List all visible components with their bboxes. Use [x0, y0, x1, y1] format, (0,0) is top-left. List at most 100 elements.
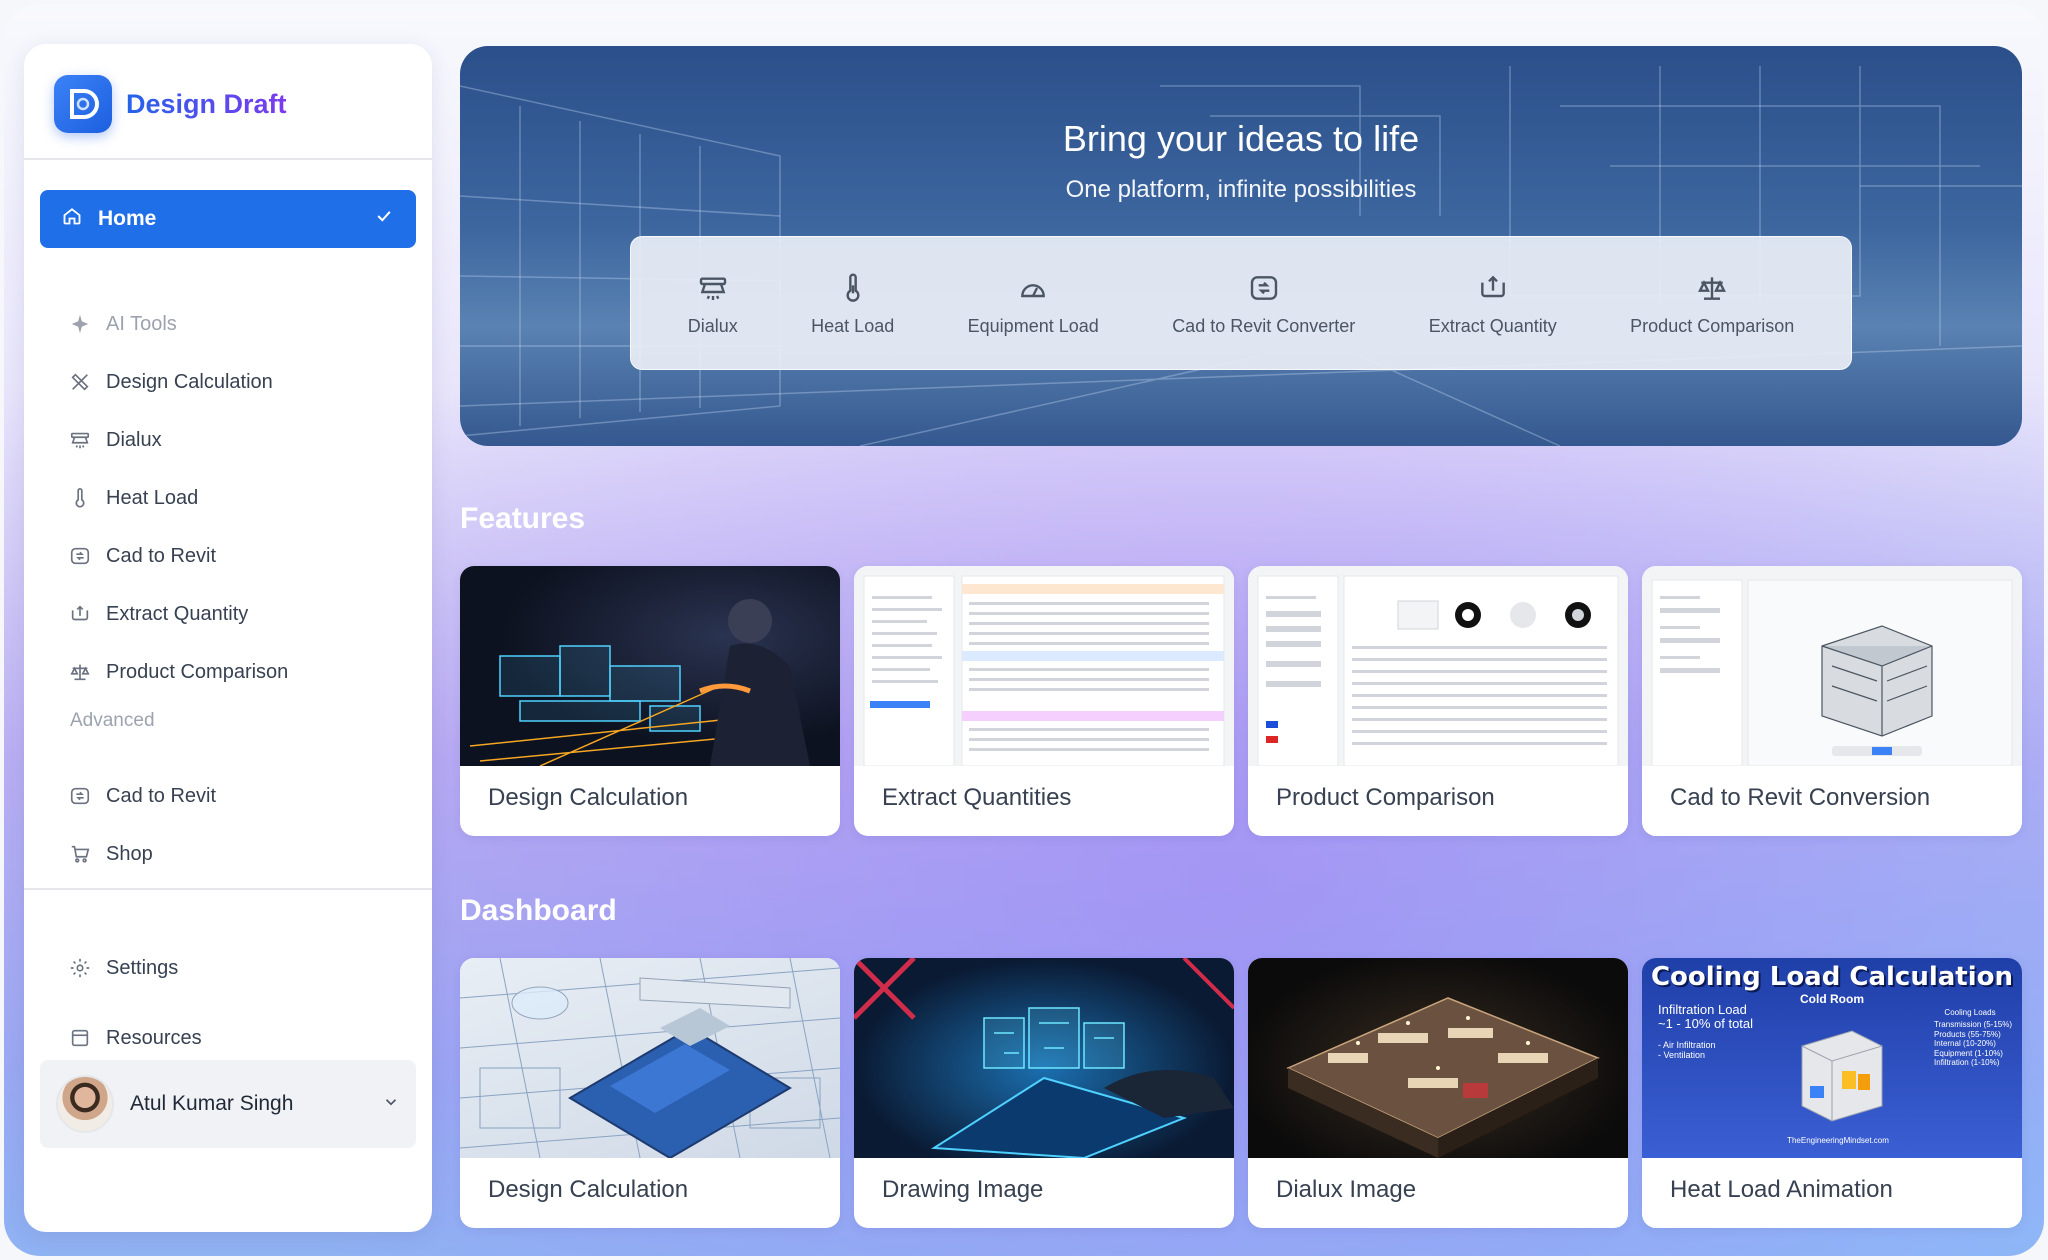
card-label: Extract Quantities — [882, 784, 1072, 811]
sidebar-item-ai-tools[interactable]: AI Tools — [68, 304, 177, 344]
gear-icon — [68, 956, 92, 980]
home-label: Home — [98, 207, 157, 230]
convert-icon — [1246, 270, 1282, 306]
cart-icon — [68, 842, 92, 866]
features-heading: Features — [460, 502, 586, 535]
sidebar-item-label: Dialux — [106, 428, 162, 451]
feature-card-cad-to-revit-conversion[interactable]: Cad to Revit Conversion — [1642, 566, 2022, 836]
sidebar-item-cad-to-revit-advanced[interactable]: Cad to Revit — [68, 776, 216, 816]
tool-cad-to-revit-converter[interactable]: Cad to Revit Converter — [1172, 270, 1355, 337]
thermometer-icon — [68, 486, 92, 510]
tool-label: Cad to Revit Converter — [1172, 315, 1356, 336]
sidebar-item-settings[interactable]: Settings — [68, 948, 178, 988]
card-label: Design Calculation — [488, 784, 689, 811]
extract-icon — [68, 602, 92, 626]
gauge-icon — [1015, 270, 1051, 306]
hero-title: Bring your ideas to life — [1062, 118, 1420, 159]
scale-icon — [1694, 270, 1730, 306]
tool-dialux[interactable]: Dialux — [688, 270, 738, 337]
feature-card-extract-quantities[interactable]: Extract Quantities — [854, 566, 1234, 836]
heat-load-animation-thumbnail: Cooling Load Calculation Cold Room Infil… — [1642, 958, 2022, 1158]
thermometer-icon — [835, 270, 871, 306]
sidebar-item-heat-load[interactable]: Heat Load — [68, 478, 198, 518]
cooling-bullets: - Air Infiltration - Ventilation — [1658, 1040, 1716, 1061]
feature-card-product-comparison[interactable]: Product Comparison — [1248, 566, 1628, 836]
sidebar-item-design-calculation[interactable]: Design Calculation — [68, 362, 273, 402]
check-icon — [374, 206, 394, 232]
card-label: Design Calculation — [488, 1176, 689, 1203]
ruler-pencil-icon — [68, 370, 92, 394]
quick-tools-panel: Dialux Heat Load Equipment Load Cad to R… — [630, 236, 1852, 370]
sidebar-item-label: Cad to Revit — [106, 544, 217, 567]
cold-room-illustration — [1801, 1030, 1883, 1122]
sidebar-item-dialux[interactable]: Dialux — [68, 420, 162, 460]
section-label-advanced: Advanced — [70, 710, 155, 731]
card-label: Cad to Revit Conversion — [1670, 784, 1931, 811]
sidebar-item-product-comparison[interactable]: Product Comparison — [68, 652, 288, 692]
tool-label: Dialux — [687, 315, 738, 336]
sidebar-item-label: Extract Quantity — [106, 602, 249, 625]
design-calculation-thumbnail — [460, 566, 840, 766]
user-name: Atul Kumar Singh — [130, 1092, 294, 1115]
sidebar-item-label: Design Calculation — [106, 370, 273, 393]
sidebar-item-label: Shop — [106, 842, 153, 865]
sidebar-item-label: Heat Load — [106, 486, 199, 509]
cooling-title: Cooling Load Calculation — [1650, 962, 2014, 992]
dialux-image-thumbnail — [1248, 958, 1628, 1158]
brand[interactable]: Design Draft — [54, 74, 287, 134]
tool-extract-quantity[interactable]: Extract Quantity — [1429, 270, 1557, 337]
product-comparison-thumbnail — [1248, 566, 1628, 766]
sidebar-item-label: Product Comparison — [106, 660, 289, 683]
cooling-left-sub: ~1 - 10% of total — [1658, 1016, 1754, 1031]
tool-heat-load[interactable]: Heat Load — [811, 270, 894, 337]
app-frame: Design Draft Home AI Tools Design Calcul… — [4, 4, 2044, 1256]
brand-logo — [54, 75, 112, 133]
user-menu[interactable]: Atul Kumar Singh — [40, 1060, 416, 1148]
sidebar: Design Draft Home AI Tools Design Calcul… — [24, 44, 432, 1232]
hero-subtitle: One platform, infinite possibilities — [1065, 176, 1417, 203]
tool-label: Heat Load — [811, 315, 895, 336]
tool-product-comparison[interactable]: Product Comparison — [1630, 270, 1794, 337]
tool-label: Product Comparison — [1630, 315, 1795, 336]
sidebar-item-home[interactable]: Home — [40, 190, 416, 248]
sidebar-item-label: AI Tools — [106, 312, 177, 335]
home-icon — [62, 206, 82, 232]
sparkle-icon — [68, 312, 92, 336]
sidebar-item-label: Cad to Revit — [106, 784, 217, 807]
extract-quantities-thumbnail — [854, 566, 1234, 766]
light-fixture-icon — [68, 428, 92, 452]
tool-equipment-load[interactable]: Equipment Load — [968, 270, 1099, 337]
scale-icon — [68, 660, 92, 684]
dashboard-card-drawing-image[interactable]: Drawing Image — [854, 958, 1234, 1228]
card-label: Heat Load Animation — [1670, 1176, 1893, 1203]
dashboard-card-design-calculation[interactable]: Design Calculation — [460, 958, 840, 1228]
tool-label: Extract Quantity — [1428, 315, 1557, 336]
convert-icon — [68, 784, 92, 808]
cooling-footer: TheEngineeringMindset.com — [1787, 1136, 1889, 1145]
card-label: Product Comparison — [1276, 784, 1495, 811]
sidebar-item-extract-quantity[interactable]: Extract Quantity — [68, 594, 248, 634]
brand-name: Design Draft — [126, 88, 287, 119]
cooling-left-title: Infiltration Load — [1658, 1002, 1747, 1017]
sidebar-item-label: Resources — [106, 1026, 202, 1049]
tool-label: Equipment Load — [967, 315, 1099, 336]
sidebar-item-cad-to-revit[interactable]: Cad to Revit — [68, 536, 216, 576]
dashboard-card-heat-load-animation[interactable]: Cooling Load Calculation Cold Room Infil… — [1642, 958, 2022, 1228]
feature-card-design-calculation[interactable]: Design Calculation — [460, 566, 840, 836]
cooling-right-title: Cooling Loads — [1944, 1008, 1996, 1017]
calculator-blueprint-thumbnail — [460, 958, 840, 1158]
dashboard-card-dialux-image[interactable]: Dialux Image — [1248, 958, 1628, 1228]
convert-icon — [68, 544, 92, 568]
cad-to-revit-thumbnail — [1642, 566, 2022, 766]
extract-icon — [1475, 270, 1511, 306]
card-label: Drawing Image — [882, 1176, 1044, 1203]
chevron-down-icon — [382, 1093, 400, 1116]
sidebar-item-resources[interactable]: Resources — [68, 1018, 202, 1058]
sidebar-item-shop[interactable]: Shop — [68, 834, 153, 874]
sidebar-item-label: Settings — [106, 956, 179, 979]
cooling-right-lines: Transmission (5-15%) Products (55-75%) I… — [1934, 1020, 2012, 1068]
folder-icon — [68, 1026, 92, 1050]
hero-banner: Bring your ideas to life One platform, i… — [460, 46, 2022, 446]
light-fixture-icon — [695, 270, 731, 306]
sidebar-divider — [24, 158, 432, 160]
